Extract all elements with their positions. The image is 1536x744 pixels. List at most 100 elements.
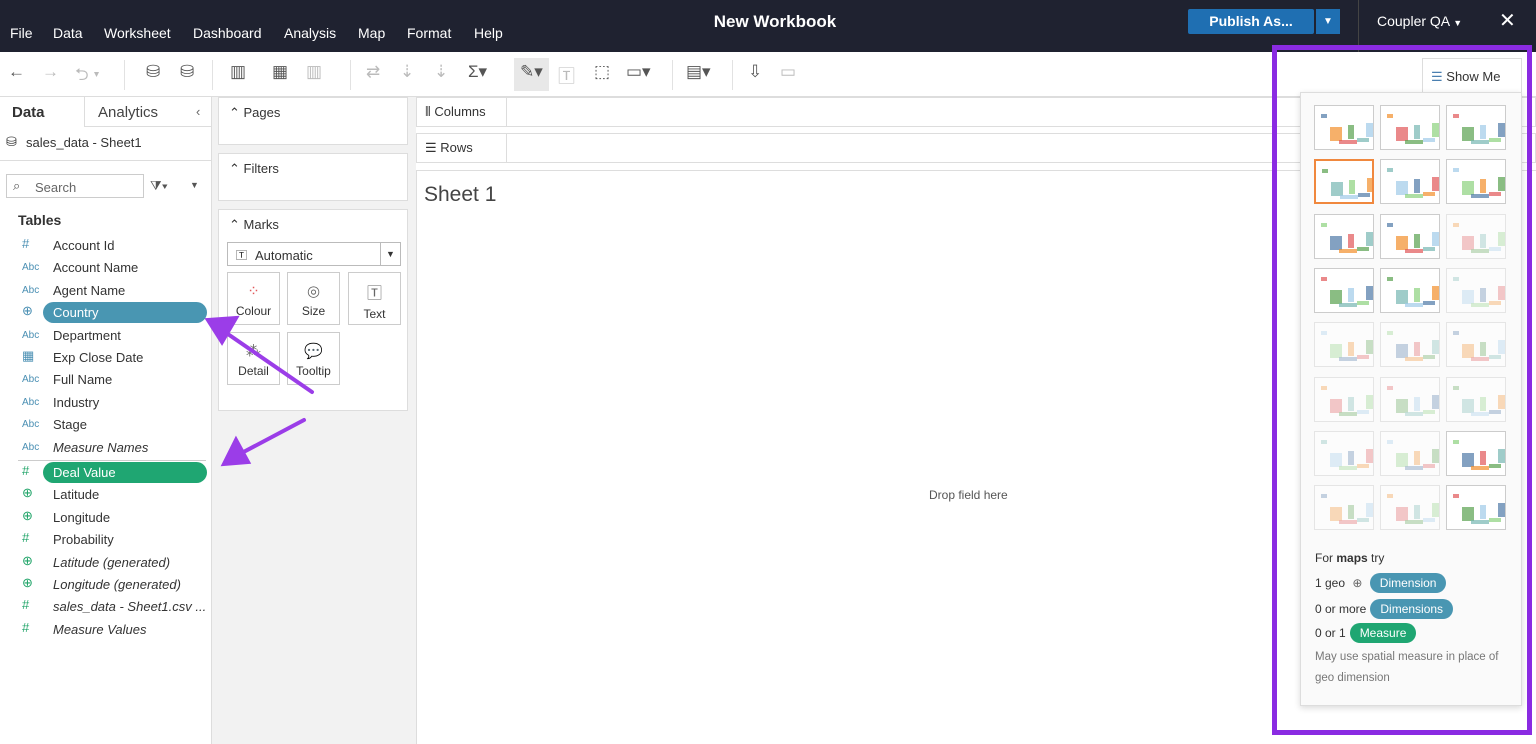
sort-ascending-icon[interactable]: ⇣ bbox=[400, 62, 414, 82]
field-latitude[interactable]: ⊕ Latitude bbox=[0, 484, 210, 506]
chart-type-box-whisker[interactable] bbox=[1446, 430, 1506, 476]
fit-icon[interactable]: ▭▾ bbox=[626, 62, 651, 82]
chart-type-scatter[interactable] bbox=[1314, 430, 1374, 476]
swap-icon[interactable]: ⇄ bbox=[366, 62, 380, 82]
totals-icon[interactable]: Σ▾ bbox=[468, 62, 487, 82]
user-menu[interactable]: Coupler QA ▼ bbox=[1377, 13, 1462, 29]
sheet-title[interactable]: Sheet 1 bbox=[424, 183, 496, 207]
datasource-name[interactable]: sales_data - Sheet1 bbox=[26, 135, 142, 150]
marks-label: Marks bbox=[243, 217, 279, 232]
new-worksheet-icon[interactable]: ▥ bbox=[230, 62, 246, 82]
menu-dashboard[interactable]: Dashboard bbox=[193, 25, 262, 41]
show-me-label: Show Me bbox=[1446, 69, 1501, 84]
clear-sheet-icon[interactable]: ▥ bbox=[306, 62, 322, 82]
field-sales-data-sheet1-csv-[interactable]: # sales_data - Sheet1.csv ... bbox=[0, 596, 210, 618]
chart-type-area-continuous[interactable] bbox=[1314, 376, 1374, 422]
undo-icon[interactable]: ← bbox=[8, 62, 25, 82]
menu-format[interactable]: Format bbox=[407, 25, 451, 41]
close-icon[interactable]: ✕ bbox=[1499, 8, 1516, 33]
menu-dropdown-icon[interactable]: ▼ bbox=[190, 180, 199, 190]
field-country[interactable]: ⊕ Country bbox=[0, 302, 210, 324]
show-me-tab[interactable]: ☰ Show Me bbox=[1422, 58, 1522, 92]
chart-type-lines-discrete[interactable] bbox=[1380, 322, 1440, 368]
collapse-icon[interactable]: ‹ bbox=[196, 104, 200, 119]
field-label: Longitude (generated) bbox=[53, 577, 181, 592]
pause-updates-icon[interactable]: ⛁ bbox=[180, 62, 194, 82]
field-label: Agent Name bbox=[53, 282, 126, 298]
field-agent-name[interactable]: Abc Agent Name bbox=[0, 280, 210, 302]
replay-icon[interactable]: ⮌ ▾ bbox=[75, 62, 100, 91]
menu-worksheet[interactable]: Worksheet bbox=[104, 25, 171, 41]
size-button[interactable]: ◎ Size bbox=[287, 272, 340, 325]
detail-button[interactable]: ⁂ Detail bbox=[227, 332, 280, 385]
chart-type-horizontal-bars[interactable] bbox=[1314, 213, 1374, 259]
chart-type-lines-continuous[interactable] bbox=[1314, 322, 1374, 368]
chart-type-dual-combination[interactable] bbox=[1446, 376, 1506, 422]
chart-type-dual-lines[interactable] bbox=[1446, 322, 1506, 368]
tab-analytics[interactable]: Analytics bbox=[98, 104, 158, 121]
tooltip-button[interactable]: 💬 Tooltip bbox=[287, 332, 340, 385]
annotate-icon[interactable]: ⬚ bbox=[594, 62, 610, 82]
new-datasource-icon[interactable]: ⛁ bbox=[146, 62, 160, 82]
chart-type-side-by-side-bars[interactable] bbox=[1446, 213, 1506, 259]
field-measure-values[interactable]: # Measure Values bbox=[0, 619, 210, 641]
chart-type-bullet[interactable] bbox=[1380, 485, 1440, 531]
chart-type-heat-map[interactable] bbox=[1380, 105, 1440, 150]
field-account-name[interactable]: Abc Account Name bbox=[0, 257, 210, 279]
presentation-icon[interactable]: ▭ bbox=[780, 62, 796, 82]
duplicate-sheet-icon[interactable]: ▦ bbox=[272, 62, 288, 82]
tab-data[interactable]: Data bbox=[12, 104, 45, 121]
field-stage[interactable]: Abc Stage bbox=[0, 414, 210, 436]
menu-analysis[interactable]: Analysis bbox=[284, 25, 336, 41]
field-deal-value[interactable]: # Deal Value bbox=[0, 462, 210, 484]
menu-help[interactable]: Help bbox=[474, 25, 503, 41]
download-icon[interactable]: ⇩ bbox=[748, 62, 762, 82]
field-latitude-generated-[interactable]: ⊕ Latitude (generated) bbox=[0, 552, 210, 574]
show-me-icon: ☰ bbox=[1431, 69, 1443, 84]
show-cards-icon[interactable]: ▤▾ bbox=[686, 62, 711, 82]
field-account-id[interactable]: # Account Id bbox=[0, 235, 210, 257]
mark-type-select[interactable]: 🅃 Automatic ▼ bbox=[227, 242, 401, 266]
chart-type-histogram[interactable] bbox=[1380, 430, 1440, 476]
filters-card[interactable]: ⌃ Filters bbox=[218, 153, 408, 201]
field-label: Probability bbox=[53, 532, 114, 548]
highlight-icon[interactable]: ✎▾ bbox=[520, 62, 543, 82]
chart-type-symbol-map[interactable] bbox=[1314, 159, 1374, 205]
labels-icon[interactable]: 🅃 bbox=[558, 62, 575, 87]
publish-dropdown-icon[interactable]: ▼ bbox=[1316, 9, 1340, 34]
chart-type-treemap[interactable] bbox=[1314, 267, 1374, 313]
field-full-name[interactable]: Abc Full Name bbox=[0, 369, 210, 391]
chart-type-text-table[interactable] bbox=[1314, 105, 1374, 150]
field-label: Account Name bbox=[53, 260, 139, 276]
chart-type-circle-views[interactable] bbox=[1380, 267, 1440, 313]
chart-type-side-by-side-circles[interactable] bbox=[1446, 267, 1506, 313]
globe-icon: ⊕ bbox=[1352, 576, 1363, 590]
chart-type-stacked-bars[interactable] bbox=[1380, 213, 1440, 259]
filter-icon[interactable]: ⧩▾ bbox=[150, 178, 168, 194]
field-measure-names[interactable]: Abc Measure Names bbox=[0, 437, 210, 459]
redo-icon[interactable]: → bbox=[42, 62, 59, 82]
pages-card[interactable]: ⌃ Pages bbox=[218, 97, 408, 145]
field-label: Department bbox=[53, 327, 121, 343]
field-longitude[interactable]: ⊕ Longitude bbox=[0, 507, 210, 529]
chart-type-packed-bubbles[interactable] bbox=[1446, 485, 1506, 531]
chart-type-filled-map[interactable] bbox=[1380, 159, 1440, 205]
search-input[interactable]: ⌕ Search bbox=[6, 174, 144, 198]
menu-data[interactable]: Data bbox=[53, 25, 83, 41]
publish-button[interactable]: Publish As... bbox=[1188, 9, 1314, 34]
field-industry[interactable]: Abc Industry bbox=[0, 392, 210, 414]
chart-type-area-discrete[interactable] bbox=[1380, 376, 1440, 422]
string-icon: Abc bbox=[22, 441, 40, 453]
field-department[interactable]: Abc Department bbox=[0, 325, 210, 347]
field-longitude-generated-[interactable]: ⊕ Longitude (generated) bbox=[0, 574, 210, 596]
menu-file[interactable]: File bbox=[10, 25, 33, 41]
sort-descending-icon[interactable]: ⇣ bbox=[434, 62, 448, 82]
colour-button[interactable]: ⁘ Colour bbox=[227, 272, 280, 325]
chart-type-pie[interactable] bbox=[1446, 159, 1506, 205]
menu-map[interactable]: Map bbox=[358, 25, 385, 41]
field-probability[interactable]: # Probability bbox=[0, 529, 210, 551]
field-exp-close-date[interactable]: ▦ Exp Close Date bbox=[0, 347, 210, 369]
chart-type-highlight-table[interactable] bbox=[1446, 105, 1506, 150]
chart-type-gantt[interactable] bbox=[1314, 485, 1374, 531]
text-button[interactable]: 🅃 Text bbox=[348, 272, 401, 325]
